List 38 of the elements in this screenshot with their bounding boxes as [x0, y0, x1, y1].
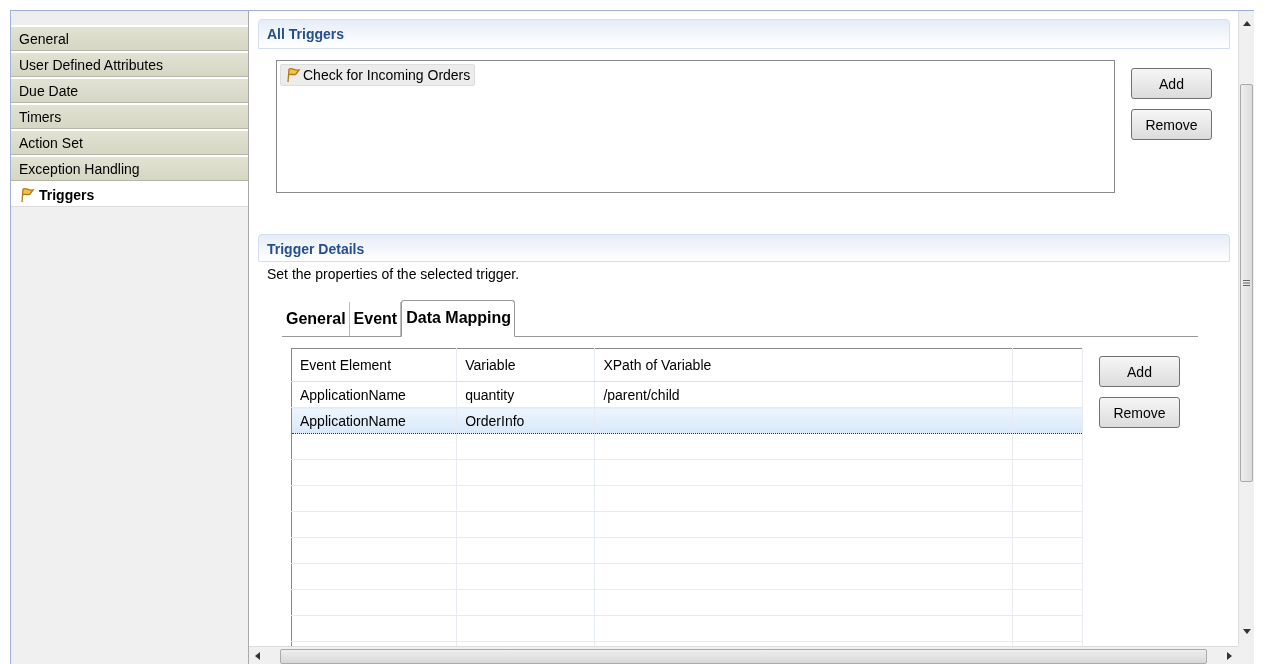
- trigger-item[interactable]: Check for Incoming Orders: [280, 64, 476, 86]
- remove-button[interactable]: Remove: [1099, 397, 1180, 428]
- sidebar-item[interactable]: User Defined Attributes: [11, 51, 248, 77]
- column-header[interactable]: Event Element: [291, 348, 457, 382]
- scroll-thumb[interactable]: [1240, 84, 1253, 482]
- section-description: Set the properties of the selected trigger.: [266, 265, 521, 284]
- table-cell: quantity: [456, 381, 595, 408]
- horizontal-scrollbar[interactable]: [249, 646, 1238, 664]
- table-cell: OrderInfo: [456, 407, 595, 434]
- table-cell: /parent/child: [594, 381, 1013, 408]
- grip-icon: [1243, 280, 1250, 286]
- sidebar-item[interactable]: Exception Handling: [11, 155, 248, 181]
- vertical-scrollbar[interactable]: [1238, 11, 1254, 646]
- tab[interactable]: Data Mapping: [401, 300, 516, 337]
- column-header[interactable]: XPath of Variable: [594, 348, 1013, 382]
- column-header[interactable]: Variable: [456, 348, 595, 382]
- add-button[interactable]: Add: [1131, 68, 1212, 99]
- table-row[interactable]: ApplicationName quantity /parent/child: [291, 381, 1083, 408]
- table-cell: ApplicationName: [291, 407, 457, 434]
- sidebar-item[interactable]: Action Set: [11, 129, 248, 155]
- table-cell: ApplicationName: [291, 381, 457, 408]
- section-header: All Triggers: [258, 19, 1230, 49]
- sidebar-item[interactable]: General: [11, 25, 248, 51]
- scroll-right-icon[interactable]: [1227, 652, 1232, 660]
- scroll-left-icon[interactable]: [255, 652, 260, 660]
- trigger-item-label: Check for Incoming Orders: [303, 67, 471, 83]
- remove-button[interactable]: Remove: [1131, 109, 1212, 140]
- scroll-down-icon[interactable]: [1242, 629, 1251, 634]
- flag-icon: [19, 186, 35, 203]
- sidebar-item[interactable]: Due Date: [11, 77, 248, 103]
- section-header: Trigger Details: [258, 234, 1230, 262]
- scroll-up-icon[interactable]: [1242, 21, 1251, 26]
- sidebar-item-label: Triggers: [39, 186, 95, 203]
- sidebar-item[interactable]: Timers: [11, 103, 248, 129]
- add-button[interactable]: Add: [1099, 356, 1180, 387]
- flag-icon: [285, 67, 301, 83]
- scroll-thumb[interactable]: [280, 648, 1207, 664]
- sidebar-item[interactable]: Triggers: [11, 181, 248, 207]
